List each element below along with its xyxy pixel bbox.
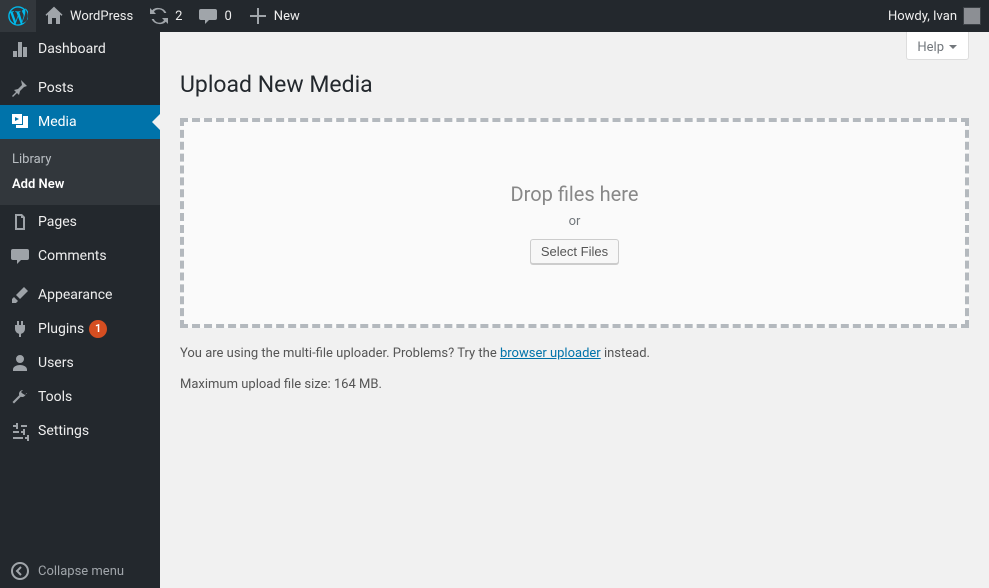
media-submenu: Library Add New [0, 139, 160, 205]
plugins-update-badge: 1 [89, 320, 107, 338]
sidebar-label: Posts [38, 80, 74, 96]
pin-icon [10, 78, 30, 98]
comment-icon [198, 6, 218, 26]
submenu-library[interactable]: Library [0, 147, 160, 172]
sidebar-label: Dashboard [38, 41, 106, 57]
sidebar-label: Comments [38, 248, 107, 264]
collapse-icon [10, 561, 30, 581]
updates-icon [149, 6, 169, 26]
wrench-icon [10, 387, 30, 407]
account-link[interactable]: Howdy, Ivan [880, 0, 989, 32]
help-label: Help [917, 40, 944, 55]
comments-icon [10, 246, 30, 266]
new-label: New [274, 9, 300, 24]
page-title: Upload New Media [180, 70, 969, 100]
sidebar-label: Appearance [38, 287, 112, 303]
avatar [963, 7, 981, 25]
admin-sidebar: Dashboard Posts Media Library Add New Pa… [0, 32, 160, 588]
comments-count: 0 [224, 9, 231, 24]
sidebar-item-dashboard[interactable]: Dashboard [0, 32, 160, 66]
greeting-label: Howdy, Ivan [888, 9, 957, 24]
sidebar-label: Media [38, 114, 77, 130]
plug-icon [10, 319, 30, 339]
sidebar-label: Tools [38, 389, 72, 405]
wordpress-logo-icon [8, 6, 28, 26]
brush-icon [10, 285, 30, 305]
sidebar-label: Users [38, 355, 74, 371]
help-tab[interactable]: Help [906, 32, 969, 60]
sidebar-item-appearance[interactable]: Appearance [0, 278, 160, 312]
sidebar-item-plugins[interactable]: Plugins 1 [0, 312, 160, 346]
plus-icon [248, 6, 268, 26]
wp-logo[interactable] [0, 0, 36, 32]
sidebar-item-comments[interactable]: Comments [0, 239, 160, 273]
sidebar-item-settings[interactable]: Settings [0, 414, 160, 448]
collapse-menu-button[interactable]: Collapse menu [0, 554, 160, 588]
max-upload-size: Maximum upload file size: 164 MB. [180, 377, 969, 392]
pages-icon [10, 212, 30, 232]
uploader-hint: You are using the multi-file uploader. P… [180, 346, 969, 361]
browser-uploader-link[interactable]: browser uploader [500, 346, 601, 361]
sidebar-item-users[interactable]: Users [0, 346, 160, 380]
upload-dropzone[interactable]: Drop files here or Select Files [180, 118, 969, 328]
updates-count: 2 [175, 9, 182, 24]
dropzone-message: Drop files here [511, 182, 639, 206]
content-area: Help Upload New Media Drop files here or… [160, 32, 989, 588]
sidebar-item-pages[interactable]: Pages [0, 205, 160, 239]
dropzone-or: or [569, 214, 581, 229]
admin-bar: WordPress 2 0 New Howdy, Ivan [0, 0, 989, 32]
collapse-label: Collapse menu [38, 564, 124, 579]
comments-link[interactable]: 0 [190, 0, 239, 32]
site-name-link[interactable]: WordPress [36, 0, 141, 32]
sidebar-item-media[interactable]: Media [0, 105, 160, 139]
home-icon [44, 6, 64, 26]
chevron-down-icon [948, 42, 958, 52]
sliders-icon [10, 421, 30, 441]
sidebar-label: Settings [38, 423, 89, 439]
sidebar-item-tools[interactable]: Tools [0, 380, 160, 414]
dashboard-icon [10, 39, 30, 59]
sidebar-item-posts[interactable]: Posts [0, 71, 160, 105]
select-files-button[interactable]: Select Files [530, 239, 619, 264]
new-content-link[interactable]: New [240, 0, 308, 32]
updates-link[interactable]: 2 [141, 0, 190, 32]
site-name-label: WordPress [70, 9, 133, 24]
submenu-add-new[interactable]: Add New [0, 172, 160, 197]
sidebar-label: Pages [38, 214, 77, 230]
sidebar-label: Plugins [38, 321, 84, 337]
media-icon [10, 112, 30, 132]
user-icon [10, 353, 30, 373]
